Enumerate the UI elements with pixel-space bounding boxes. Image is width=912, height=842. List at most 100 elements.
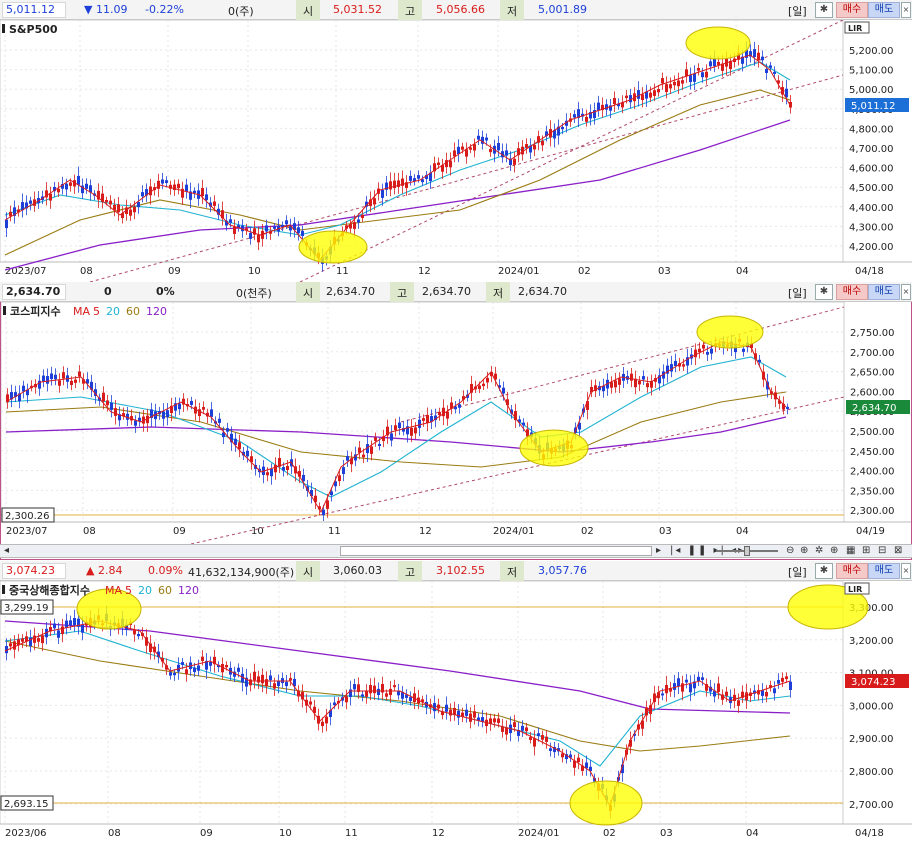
sp500-candle: [29, 200, 32, 204]
kospi-candle: [422, 418, 425, 421]
zoom-out-icon[interactable]: ⊖: [786, 545, 794, 557]
kospi-candle: [78, 371, 81, 377]
shanghai-x-tick: 11: [345, 828, 358, 839]
sp500-x-tick: 09: [168, 266, 181, 277]
sp500-candle: [453, 150, 456, 157]
sp500-candle: [57, 188, 60, 193]
kospi-candle: [202, 406, 205, 410]
kospi-x-tick: 08: [83, 526, 96, 537]
sp500-candle: [161, 179, 164, 184]
kospi-y-tick: 2,450.00: [850, 447, 895, 458]
shanghai-candle: [681, 683, 684, 692]
scroll-left-icon[interactable]: ◂: [4, 545, 9, 557]
sp500-candle: [105, 199, 108, 203]
shanghai-price: 3,074.23: [6, 564, 55, 577]
sp500-candle: [649, 92, 652, 98]
shanghai-candle: [285, 681, 288, 687]
kospi-y-tick: 2,650.00: [850, 368, 895, 379]
calendar-icon[interactable]: ▦: [846, 545, 855, 557]
close-icon[interactable]: ×: [901, 563, 911, 579]
sp500-candle: [625, 95, 628, 99]
shanghai-candle: [497, 718, 500, 723]
kospi-y-tick: 2,500.00: [850, 427, 895, 438]
kospi-candle: [102, 392, 105, 402]
kospi-sell-button[interactable]: 매도: [868, 284, 900, 300]
shanghai-candle: [373, 685, 376, 694]
kospi-candle: [190, 400, 193, 405]
shanghai-candle: [433, 703, 436, 712]
kospi-candle: [370, 446, 373, 454]
shanghai-candle: [385, 693, 388, 697]
sp500-candle: [409, 175, 412, 181]
shanghai-candle: [369, 685, 372, 694]
sp500-candle: [449, 160, 452, 168]
sp500-candle: [693, 73, 696, 82]
kospi-candle: [614, 380, 617, 388]
shanghai-low: 3,057.76: [538, 564, 587, 577]
sp500-candle: [705, 71, 708, 78]
sp500-candle: [585, 116, 588, 122]
filter-icon[interactable]: ⊕: [830, 545, 838, 557]
shanghai-candle: [353, 684, 356, 690]
sp500-candle: [613, 98, 616, 105]
sp500-x-tick: 02: [578, 266, 591, 277]
settings-icon[interactable]: ✲: [815, 545, 823, 557]
sp500-chart[interactable]: 5,200.005,100.005,000.004,900.004,800.00…: [0, 20, 912, 282]
shanghai-candle: [449, 709, 452, 716]
sp500-sell-button[interactable]: 매도: [868, 2, 900, 18]
shanghai-y-tick: 2,800.00: [849, 767, 894, 778]
sp500-candle: [69, 182, 72, 186]
zoom-slider-handle[interactable]: [744, 546, 750, 556]
kospi-scrollbar[interactable]: ◂ ▸ |◂ ❚❚ ▸| ◂▸ ⊖ ⊕ ✲ ⊕ ▦ ⊞ ⊟ ⊠: [0, 544, 912, 558]
close-icon[interactable]: ×: [901, 284, 911, 300]
gear-icon[interactable]: ✱: [815, 563, 833, 579]
shanghai-candle: [173, 672, 176, 676]
shanghai-period[interactable]: [일]: [788, 564, 807, 580]
shanghai-candle: [277, 681, 280, 687]
kospi-candle: [438, 411, 441, 416]
sp500-candle: [653, 90, 656, 96]
shanghai-candle: [257, 676, 260, 683]
sp500-buy-button[interactable]: 매수: [836, 2, 868, 18]
kospi-date-label: 04/19: [856, 526, 885, 537]
sp500-candle: [177, 183, 180, 189]
kospi-candle: [630, 373, 633, 381]
sp500-date-label: 04/18: [855, 266, 884, 277]
sp500-candle: [513, 158, 516, 165]
gear-icon[interactable]: ✱: [815, 2, 833, 18]
kospi-candle: [106, 400, 109, 406]
zoom-in-icon[interactable]: ⊕: [800, 545, 808, 557]
sp500-y-tick: 4,500.00: [849, 183, 894, 194]
kospi-period[interactable]: [일]: [788, 285, 807, 301]
kospi-candle: [210, 409, 213, 417]
shanghai-buy-button[interactable]: 매수: [836, 563, 868, 579]
expand-icon[interactable]: ⊠: [894, 545, 902, 557]
sp500-highlight-ellipse: [685, 26, 751, 60]
shanghai-candle: [765, 691, 768, 697]
sp500-candle: [665, 84, 668, 92]
kospi-x-tick: 09: [173, 526, 186, 537]
sp500-x-tick: 10: [248, 266, 261, 277]
fit-icon[interactable]: ⊞: [862, 545, 870, 557]
kospi-candle: [694, 349, 697, 358]
sp500-period[interactable]: [일]: [788, 3, 807, 19]
shanghai-sell-button[interactable]: 매도: [868, 563, 900, 579]
sp500-candle: [301, 230, 304, 236]
kospi-chart[interactable]: 2,750.002,700.002,650.002,600.002,550.00…: [1, 302, 911, 544]
shanghai-candle: [253, 671, 256, 681]
sp500-candle: [785, 88, 788, 98]
kospi-buy-button[interactable]: 매수: [836, 284, 868, 300]
scroll-thumb[interactable]: [340, 546, 652, 556]
shanghai-candle: [781, 677, 784, 682]
sp500-x-tick: 03: [658, 266, 671, 277]
kospi-candle: [482, 383, 485, 387]
grid-icon[interactable]: ⊟: [878, 545, 886, 557]
close-icon[interactable]: ×: [901, 2, 911, 18]
shanghai-chart[interactable]: 3,300.003,200.003,100.003,000.002,900.00…: [0, 581, 912, 842]
sp500-candle: [353, 222, 356, 229]
kospi-candle: [502, 387, 505, 394]
scroll-right-icon[interactable]: ▸: [656, 545, 661, 557]
shanghai-candle: [185, 669, 188, 675]
shanghai-candle: [533, 738, 536, 747]
gear-icon[interactable]: ✱: [815, 284, 833, 300]
